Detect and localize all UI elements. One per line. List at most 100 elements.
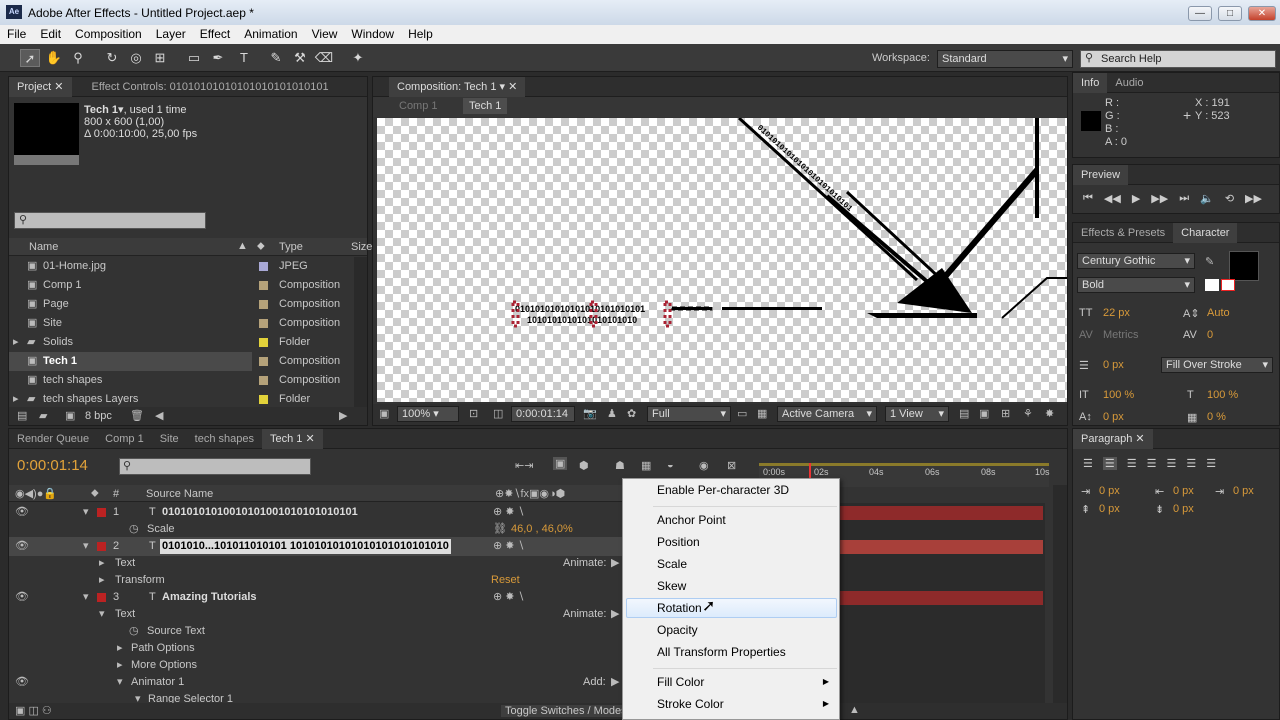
label-color[interactable] — [97, 542, 106, 551]
label-color[interactable] — [259, 281, 268, 290]
trash-icon[interactable]: 🗑 — [130, 409, 144, 422]
hand-tool-icon[interactable]: ✋ — [44, 49, 64, 67]
motion-blur-icon[interactable]: ◒ — [667, 459, 674, 471]
tab-audio[interactable]: Audio — [1107, 73, 1151, 93]
camera-tool-icon[interactable]: ◎ — [126, 49, 146, 67]
breadcrumb-comp1[interactable]: Comp 1 — [399, 100, 438, 112]
search-help-input[interactable]: Search Help — [1080, 50, 1276, 68]
menu-edit[interactable]: Edit — [33, 25, 68, 44]
menu-item-position[interactable]: Position — [657, 532, 700, 552]
zoom-tool-icon[interactable]: ⚲ — [68, 49, 88, 67]
tab-character[interactable]: Character — [1173, 222, 1238, 243]
close-button[interactable]: ✕ — [1248, 6, 1276, 21]
audio-icon[interactable]: 🔈 — [1200, 192, 1214, 205]
tab-preview[interactable]: Preview — [1073, 164, 1129, 185]
menu-item-stroke-color[interactable]: Stroke Color — [657, 694, 724, 714]
new-composition-icon[interactable]: ▣ — [65, 409, 75, 422]
col-size[interactable]: Size — [351, 241, 372, 253]
tab-timeline-site[interactable]: Site — [152, 429, 187, 449]
workspace-dropdown[interactable]: Standard ▾ — [937, 50, 1073, 68]
tab-paragraph[interactable]: Paragraph ✕ — [1073, 428, 1153, 449]
first-frame-icon[interactable]: ⏮ — [1083, 192, 1093, 205]
align-center-icon[interactable]: ☰ — [1102, 457, 1117, 470]
comp-flowchart-icon[interactable]: ▣ ◫ ⚇ — [15, 704, 52, 717]
indent-left-value[interactable]: 0 px — [1099, 485, 1120, 497]
label-color[interactable] — [97, 508, 106, 517]
label-color[interactable] — [259, 262, 268, 271]
kerning-value[interactable]: Metrics — [1103, 329, 1138, 341]
graph-editor-icon[interactable]: ◉ — [699, 459, 709, 472]
project-search-input[interactable] — [14, 212, 206, 229]
menu-item-fill-color[interactable]: Fill Color — [657, 672, 704, 692]
col-name[interactable]: Name — [29, 241, 58, 253]
project-item-row[interactable]: ▣ Page Composition — [9, 295, 354, 314]
align-right-icon[interactable]: ☰ — [1127, 457, 1137, 470]
stroke-mode-dropdown[interactable]: Fill Over Stroke ▾ — [1161, 357, 1273, 373]
project-item-row[interactable]: ▣ Comp 1 Composition — [9, 276, 354, 295]
timeline-search-input[interactable] — [119, 458, 311, 475]
font-family-dropdown[interactable]: Century Gothic ▾ — [1077, 253, 1195, 269]
align-left-icon[interactable]: ☰ — [1083, 457, 1093, 470]
zoom-slider-icon[interactable]: ▲ — [849, 704, 860, 716]
type-tool-icon[interactable]: T — [234, 49, 254, 67]
pan-behind-tool-icon[interactable]: ⊞ — [150, 49, 170, 67]
justify-left-icon[interactable]: ☰ — [1147, 457, 1157, 470]
label-color[interactable] — [259, 376, 268, 385]
tab-effect-controls[interactable]: Effect Controls: 01010101010101010101010… — [72, 77, 337, 97]
camera-dropdown[interactable]: Active Camera ▾ — [777, 406, 877, 422]
toggle-switches-modes-button[interactable]: Toggle Switches / Modes — [501, 705, 631, 717]
puppet-tool-icon[interactable]: ✦ — [348, 49, 368, 67]
label-color[interactable] — [259, 357, 268, 366]
menu-item-scale[interactable]: Scale — [657, 554, 687, 574]
pen-tool-icon[interactable]: ✒ — [208, 49, 228, 67]
always-preview-icon[interactable]: ▣ — [379, 407, 389, 420]
rectangle-tool-icon[interactable]: ▭ — [184, 49, 204, 67]
justify-all-icon[interactable]: ☰ — [1206, 457, 1216, 470]
menu-item-opacity[interactable]: Opacity — [657, 620, 698, 640]
tab-info[interactable]: Info — [1073, 72, 1108, 93]
ram-preview-icon[interactable]: ▶▶ — [1245, 192, 1262, 205]
project-item-row[interactable]: ▣ 01-Home.jpg JPEG — [9, 257, 354, 276]
next-frame-icon[interactable]: ▶▶ — [1151, 192, 1168, 205]
project-item-row[interactable]: ▣ tech shapes Composition — [9, 371, 354, 390]
tab-project[interactable]: Project ✕ — [9, 76, 72, 97]
vertical-scale-value[interactable]: 100 % — [1103, 389, 1134, 401]
menu-help[interactable]: Help — [401, 25, 440, 44]
space-after-value[interactable]: 0 px — [1173, 503, 1194, 515]
last-frame-icon[interactable]: ⏭ — [1179, 192, 1189, 205]
menu-animation[interactable]: Animation — [237, 25, 304, 44]
play-icon[interactable]: ▶ — [1132, 192, 1140, 205]
property-group-row[interactable]: ▾ Range Selector 1 — [9, 690, 625, 703]
eraser-tool-icon[interactable]: ⌫ — [314, 49, 334, 67]
menu-effect[interactable]: Effect — [193, 25, 237, 44]
col-source-name[interactable]: Source Name — [146, 488, 213, 500]
tracking-value[interactable]: 0 — [1207, 329, 1213, 341]
menu-item-skew[interactable]: Skew — [657, 576, 686, 596]
menu-item-all-transform-properties[interactable]: All Transform Properties — [657, 642, 786, 662]
timeline-scrollbar[interactable] — [1053, 485, 1067, 703]
view-layout-dropdown[interactable]: 1 View ▾ — [885, 406, 949, 422]
font-style-dropdown[interactable]: Bold ▾ — [1077, 277, 1195, 293]
expand-arrow-icon[interactable]: ▸ — [13, 333, 19, 352]
tab-composition[interactable]: Composition: Tech 1 ▾ ✕ — [389, 76, 526, 97]
minimize-button[interactable]: — — [1188, 6, 1212, 21]
brush-tool-icon[interactable]: ✎ — [266, 49, 286, 67]
resolution-dropdown[interactable]: Full ▾ — [647, 406, 731, 422]
project-item-row[interactable]: ▸ ▰ Solids Folder — [9, 333, 354, 352]
no-color-swatch[interactable] — [1221, 279, 1235, 291]
current-time-display[interactable]: 0:00:01:14 — [511, 406, 575, 422]
zoom-dropdown[interactable]: 100% ▾ — [397, 406, 459, 422]
maximize-button[interactable]: □ — [1218, 6, 1242, 21]
show-snapshot-icon[interactable]: ♟ — [607, 407, 617, 420]
menu-item-enable-per-character-3d[interactable]: Enable Per-character 3D — [657, 480, 789, 500]
justify-center-icon[interactable]: ☰ — [1167, 457, 1177, 470]
tab-timeline-comp-1[interactable]: Comp 1 — [97, 429, 152, 449]
project-item-row[interactable]: ▣ Tech 1 Composition — [9, 352, 340, 371]
layer-2-duration-bar[interactable] — [839, 540, 1043, 554]
brainstorm-icon[interactable]: ⊠ — [727, 459, 736, 472]
space-before-value[interactable]: 0 px — [1099, 503, 1120, 515]
layer-name-edit-field[interactable]: 0101010...101011010101 10101010101010101… — [160, 539, 451, 554]
indent-right-value[interactable]: 0 px — [1173, 485, 1194, 497]
menu-layer[interactable]: Layer — [149, 25, 193, 44]
previous-frame-icon[interactable]: ◀◀ — [1104, 192, 1121, 205]
